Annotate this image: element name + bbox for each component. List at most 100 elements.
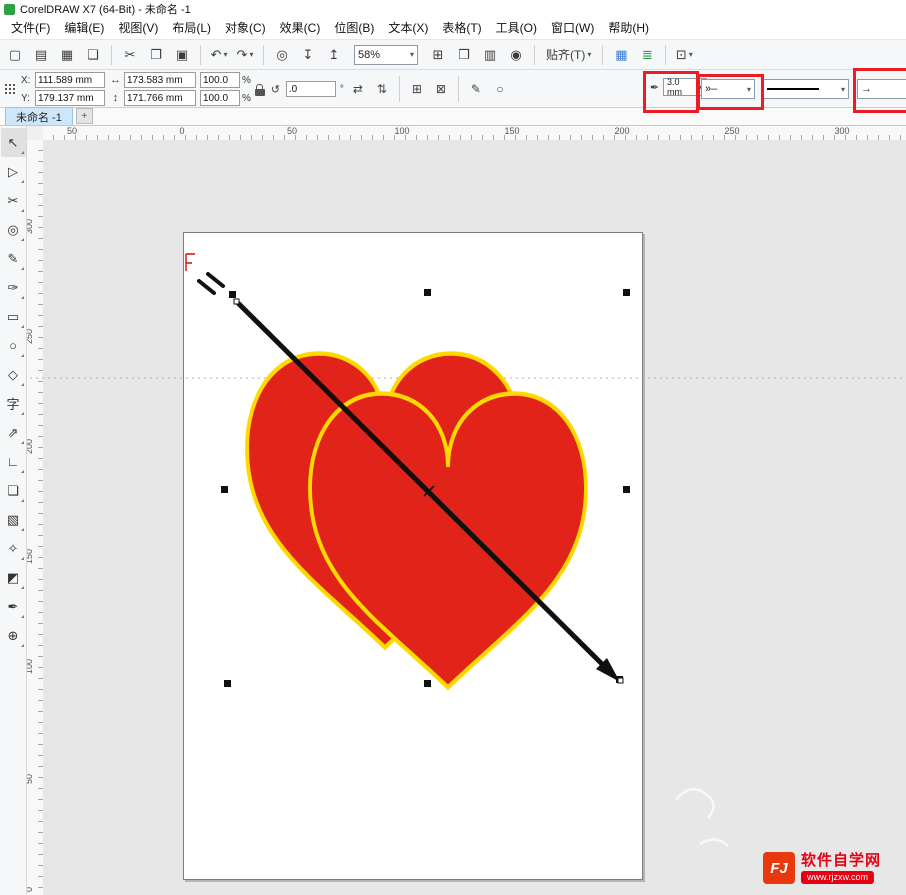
new-tab-button[interactable]: +: [76, 108, 93, 124]
vertical-ruler[interactable]: 300 250 200 150 100 50 0: [27, 140, 44, 895]
print-icon: ❑: [87, 47, 99, 63]
artistic-media-tool[interactable]: ✑: [1, 273, 26, 302]
new-document-button[interactable]: ▢: [3, 43, 27, 67]
import-button[interactable]: ↧: [296, 43, 320, 67]
open-folder-icon: ▤: [35, 47, 47, 63]
print-button[interactable]: ❑: [81, 43, 105, 67]
menu-text[interactable]: 文本(X): [381, 18, 435, 39]
edit-fill-tool[interactable]: ⊕: [1, 621, 26, 650]
artistic-media-icon: ✑: [8, 280, 19, 296]
grid-icon: ⊞: [433, 47, 444, 63]
save-button[interactable]: ▦: [55, 43, 79, 67]
transparency-tool[interactable]: ▧: [1, 505, 26, 534]
flip-horizontal-button[interactable]: ⇄: [348, 80, 368, 98]
workspace-button[interactable]: ⊡▾: [672, 43, 696, 67]
toolbar-separator: [111, 45, 112, 65]
outline-width-value: 3.0 mm: [667, 77, 696, 97]
menu-file[interactable]: 文件(F): [4, 18, 57, 39]
shape-tool[interactable]: ▷: [1, 157, 26, 186]
clipboard-icon: ▣: [176, 47, 188, 63]
zoom-tool[interactable]: ◎: [1, 215, 26, 244]
app-icon: [4, 4, 15, 15]
document-tab-active[interactable]: 未命名 -1: [5, 107, 73, 125]
line-style-sample: [767, 88, 819, 90]
parallel-dimension-tool[interactable]: ⇗: [1, 418, 26, 447]
ungroup-objects-button[interactable]: ⊠: [431, 80, 451, 98]
line-style-combo[interactable]: ▾: [763, 79, 849, 99]
horizontal-ruler[interactable]: 50 0 50 100 150 200 250 300: [43, 126, 906, 141]
menu-window[interactable]: 窗口(W): [544, 18, 601, 39]
y-position-field[interactable]: [35, 90, 105, 106]
preview-mode-button[interactable]: ◉: [504, 43, 528, 67]
rotate-icon: ↺: [269, 83, 282, 96]
interactive-fill-tool[interactable]: ◩: [1, 563, 26, 592]
title-bar: CorelDRAW X7 (64-Bit) - 未命名 -1: [0, 0, 906, 18]
end-arrowhead-combo[interactable]: → ▾: [857, 79, 906, 99]
connector-tool[interactable]: ∟: [1, 447, 26, 476]
menu-help[interactable]: 帮助(H): [601, 18, 656, 39]
menu-effects[interactable]: 效果(C): [273, 18, 328, 39]
undo-button[interactable]: ↶▾: [207, 43, 231, 67]
freehand-tool[interactable]: ✎: [1, 244, 26, 273]
drop-shadow-tool[interactable]: ❏: [1, 476, 26, 505]
menu-tools[interactable]: 工具(O): [489, 18, 544, 39]
group-objects-button[interactable]: ⊞: [407, 80, 427, 98]
menu-object[interactable]: 对象(C): [218, 18, 273, 39]
menu-bitmaps[interactable]: 位图(B): [327, 18, 381, 39]
crop-tool[interactable]: ✂: [1, 186, 26, 215]
ruler-tick-label: 50: [287, 126, 297, 136]
application-launcher-button[interactable]: ⊞: [426, 43, 450, 67]
menu-table[interactable]: 表格(T): [435, 18, 488, 39]
adjust-color-button[interactable]: ≣: [635, 43, 659, 67]
rectangle-tool[interactable]: ▭: [1, 302, 26, 331]
flip-vertical-button[interactable]: ⇅: [372, 80, 392, 98]
scale-y-field[interactable]: [200, 90, 240, 106]
ruler-tick-label: 50: [67, 126, 77, 136]
pick-tool[interactable]: ↖: [1, 128, 26, 157]
curve-icon: ○: [496, 82, 503, 96]
ruler-corner[interactable]: [27, 126, 44, 141]
zoom-level-combo[interactable]: 58% ▾: [354, 45, 418, 65]
outline-pen-tool[interactable]: ✒: [1, 592, 26, 621]
color-eyedropper-tool[interactable]: ✧: [1, 534, 26, 563]
pen-nib-icon: ✒: [648, 81, 661, 94]
object-width-icon: ↔: [109, 74, 122, 86]
copy-icon: ❐: [150, 47, 162, 63]
chevron-down-icon: ▾: [841, 85, 845, 94]
snap-to-button[interactable]: 贴齐(T) ▾: [541, 43, 596, 67]
origin-grid-icon[interactable]: [3, 82, 17, 96]
menu-edit[interactable]: 编辑(E): [57, 18, 111, 39]
search-content-button[interactable]: ◎: [270, 43, 294, 67]
cut-button[interactable]: ✂: [118, 43, 142, 67]
copy-button[interactable]: ❐: [144, 43, 168, 67]
lock-ratio-icon[interactable]: [255, 89, 265, 96]
rotation-angle-field[interactable]: [286, 81, 336, 97]
flip-vertical-icon: ⇅: [377, 82, 387, 96]
object-width-field[interactable]: [124, 72, 196, 88]
export-button[interactable]: ↥: [322, 43, 346, 67]
coreldraw-window: CorelDRAW X7 (64-Bit) - 未命名 -1 文件(F) 编辑(…: [0, 0, 906, 895]
menu-layout[interactable]: 布局(L): [165, 18, 218, 39]
document-page[interactable]: [183, 232, 643, 880]
start-arrowhead-combo[interactable]: »– ▾: [701, 79, 755, 99]
convert-to-curves-button[interactable]: ○: [490, 80, 510, 98]
flip-horizontal-icon: ⇄: [353, 82, 363, 96]
edit-bitmap-button[interactable]: ▦: [609, 43, 633, 67]
open-button[interactable]: ▤: [29, 43, 53, 67]
polygon-tool[interactable]: ◇: [1, 360, 26, 389]
edit-shape-button[interactable]: ✎: [466, 80, 486, 98]
ungroup-icon: ⊠: [436, 82, 446, 96]
ellipse-tool[interactable]: ○: [1, 331, 26, 360]
eye-icon: ◉: [510, 47, 521, 63]
zoom-tool-icon: ◎: [7, 222, 18, 238]
object-height-field[interactable]: [124, 90, 196, 106]
plus-icon: +: [81, 111, 87, 122]
x-position-field[interactable]: [35, 72, 105, 88]
paste-button[interactable]: ▣: [170, 43, 194, 67]
text-tool[interactable]: 字: [1, 389, 26, 418]
fullscreen-preview-button[interactable]: ❒: [452, 43, 476, 67]
menu-view[interactable]: 视图(V): [111, 18, 165, 39]
scale-x-field[interactable]: [200, 72, 240, 88]
redo-button[interactable]: ↷▾: [233, 43, 257, 67]
show-rulers-button[interactable]: ▥: [478, 43, 502, 67]
